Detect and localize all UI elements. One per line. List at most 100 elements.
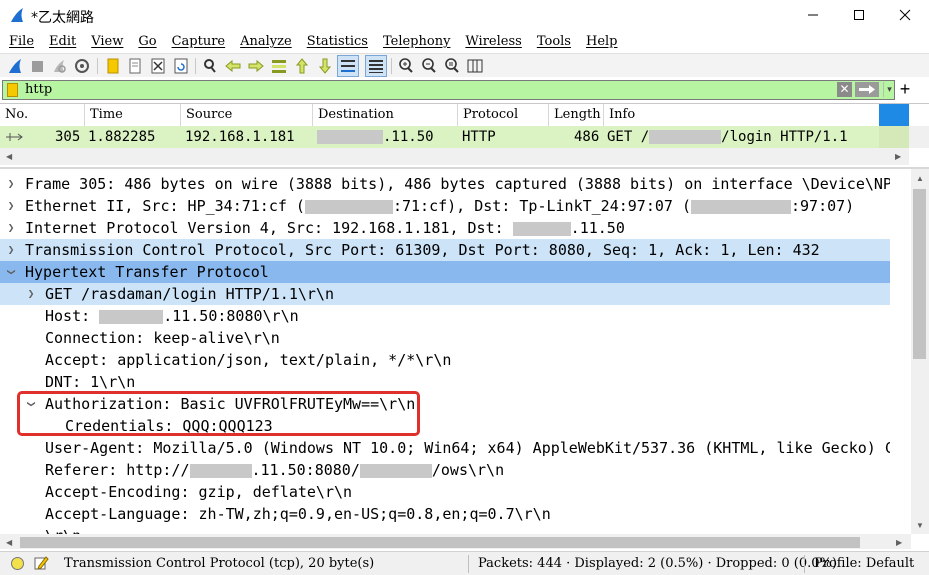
expand-arrow-icon[interactable]: ❯	[4, 239, 18, 261]
tree-accept-encoding[interactable]: Accept-Encoding: gzip, deflate\r\n	[0, 481, 890, 503]
expand-arrow-icon[interactable]: ❯	[24, 283, 38, 305]
status-profile-text[interactable]: Profile: Default	[814, 556, 914, 571]
minimize-button[interactable]	[790, 0, 836, 30]
menu-bar: File Edit View Go Capture Analyze Statis…	[0, 32, 929, 52]
redacted-block	[189, 463, 252, 478]
tree-http[interactable]: ❯ Hypertext Transfer Protocol	[0, 261, 890, 283]
clear-filter-button[interactable]: ✕	[837, 82, 852, 97]
tree-tcp[interactable]: ❯ Transmission Control Protocol, Src Por…	[0, 239, 890, 261]
filter-history-dropdown[interactable]: ▾	[883, 82, 895, 97]
add-filter-button[interactable]: +	[898, 79, 912, 99]
colorize-icon[interactable]	[365, 55, 387, 77]
column-no[interactable]: No.	[0, 104, 85, 126]
column-time[interactable]: Time	[85, 104, 181, 126]
scroll-right-icon[interactable]: ▶	[896, 538, 902, 547]
collapse-arrow-icon[interactable]: ❯	[0, 265, 22, 279]
tree-accept[interactable]: Accept: application/json, text/plain, */…	[0, 349, 890, 371]
scroll-down-icon[interactable]: ▼	[916, 521, 924, 530]
menu-telephony[interactable]: Telephony	[374, 32, 450, 52]
capture-status-icon[interactable]	[11, 557, 24, 570]
tree-referer[interactable]: Referer: http:// .11.50:8080/ /ows\r\n	[0, 459, 890, 481]
go-last-packet-icon[interactable]	[315, 56, 335, 76]
scroll-up-icon[interactable]: ▲	[916, 174, 924, 183]
tree-connection[interactable]: Connection: keep-alive\r\n	[0, 327, 890, 349]
menu-view[interactable]: View	[82, 32, 123, 52]
packet-time: 1.882285	[88, 129, 156, 145]
menu-tools[interactable]: Tools	[528, 32, 571, 52]
find-packet-icon[interactable]	[200, 56, 220, 76]
normal-size-icon[interactable]	[442, 56, 462, 76]
menu-help[interactable]: Help	[577, 32, 618, 52]
expand-arrow-icon[interactable]: ❯	[4, 173, 18, 195]
file-icon[interactable]	[125, 56, 145, 76]
tree-host[interactable]: Host: .11.50:8080\r\n	[0, 305, 890, 327]
column-protocol[interactable]: Protocol	[458, 104, 549, 126]
scroll-left-icon[interactable]: ◀	[6, 152, 12, 161]
column-length[interactable]: Length	[549, 104, 604, 126]
close-file-icon[interactable]	[148, 56, 168, 76]
scroll-left-icon[interactable]: ◀	[6, 538, 12, 547]
maximize-button[interactable]	[836, 0, 882, 30]
display-filter-input[interactable]: http ✕ ▾	[2, 80, 895, 100]
menu-capture[interactable]: Capture	[163, 32, 226, 52]
zoom-in-icon[interactable]	[396, 56, 416, 76]
tcp-text: Transmission Control Protocol, Src Port:…	[25, 241, 820, 259]
zoom-out-icon[interactable]	[419, 56, 439, 76]
tree-frame[interactable]: ❯ Frame 305: 486 bytes on wire (3888 bit…	[0, 173, 890, 195]
tree-ethernet[interactable]: ❯ Ethernet II, Src: HP_34:71:cf (:71:cf)…	[0, 195, 890, 217]
details-vscroll-thumb[interactable]	[913, 189, 926, 359]
column-destination[interactable]: Destination	[313, 104, 458, 126]
details-hscrollbar[interactable]: ◀ ▶	[0, 534, 911, 549]
column-info[interactable]: Info	[604, 104, 879, 126]
tree-user-agent[interactable]: User-Agent: Mozilla/5.0 (Windows NT 10.0…	[0, 437, 890, 459]
menu-analyze[interactable]: Analyze	[231, 32, 292, 52]
host-text: Host: .11.50:8080\r\n	[45, 305, 299, 327]
ethernet-dst-prefix: :71:cf), Dst: Tp-LinkT_24:97:07 (	[392, 197, 691, 215]
packet-no: 305	[55, 129, 81, 145]
go-to-packet-icon[interactable]	[269, 56, 289, 76]
filter-bookmark-icon[interactable]	[7, 83, 18, 97]
restart-capture-icon[interactable]	[49, 56, 69, 76]
close-button[interactable]	[882, 0, 928, 30]
details-hscroll-thumb[interactable]	[20, 537, 860, 548]
stop-capture-icon[interactable]	[27, 56, 47, 76]
go-forward-icon[interactable]	[246, 56, 266, 76]
packet-destination: .11.50	[317, 126, 434, 148]
capture-options-icon[interactable]	[72, 56, 92, 76]
scroll-right-icon[interactable]: ▶	[895, 152, 901, 161]
packet-list-hscrollbar[interactable]: ◀ ▶	[0, 148, 909, 165]
maximize-icon	[854, 10, 864, 20]
reload-file-icon[interactable]	[171, 56, 191, 76]
packet-list-vscrollbar[interactable]	[909, 126, 929, 148]
tree-dnt[interactable]: DNT: 1\r\n	[0, 371, 890, 393]
start-capture-icon[interactable]	[5, 56, 25, 76]
tree-accept-language[interactable]: Accept-Language: zh-TW,zh;q=0.9,en-US;q=…	[0, 503, 890, 525]
redacted-block	[99, 309, 164, 324]
menu-statistics[interactable]: Statistics	[298, 32, 368, 52]
open-file-icon[interactable]	[103, 56, 123, 76]
menu-wireless[interactable]: Wireless	[456, 32, 521, 52]
tree-crlf[interactable]: \r\n	[0, 525, 890, 534]
frame-text: Frame 305: 486 bytes on wire (3888 bits)…	[25, 175, 890, 193]
wireshark-fin-icon	[11, 8, 23, 22]
details-vscrollbar[interactable]: ▲ ▼	[911, 169, 929, 534]
referer-prefix: Referer: http://	[45, 461, 190, 479]
resize-columns-icon[interactable]	[465, 56, 485, 76]
go-back-icon[interactable]	[223, 56, 243, 76]
arrow-right-icon	[859, 85, 875, 94]
tree-ipv4[interactable]: ❯ Internet Protocol Version 4, Src: 192.…	[0, 217, 890, 239]
expand-arrow-icon[interactable]: ❯	[4, 195, 18, 217]
autoscroll-icon[interactable]	[337, 55, 359, 77]
tree-http-request-line[interactable]: ❯ GET /rasdaman/login HTTP/1.1\r\n	[0, 283, 890, 305]
toolbar-separator	[97, 58, 98, 74]
edit-comment-icon[interactable]	[33, 555, 49, 571]
apply-filter-button[interactable]	[855, 82, 879, 97]
packet-row[interactable]: 305 1.882285 192.168.1.181 .11.50 HTTP 4…	[0, 126, 909, 148]
menu-edit[interactable]: Edit	[40, 32, 76, 52]
expand-arrow-icon[interactable]: ❯	[4, 217, 18, 239]
menu-file[interactable]: File	[0, 32, 34, 52]
menu-go[interactable]: Go	[129, 32, 156, 52]
go-first-packet-icon[interactable]	[292, 56, 312, 76]
column-source[interactable]: Source	[181, 104, 313, 126]
status-packets-text: Packets: 444 · Displayed: 2 (0.5%) · Dro…	[478, 556, 837, 571]
